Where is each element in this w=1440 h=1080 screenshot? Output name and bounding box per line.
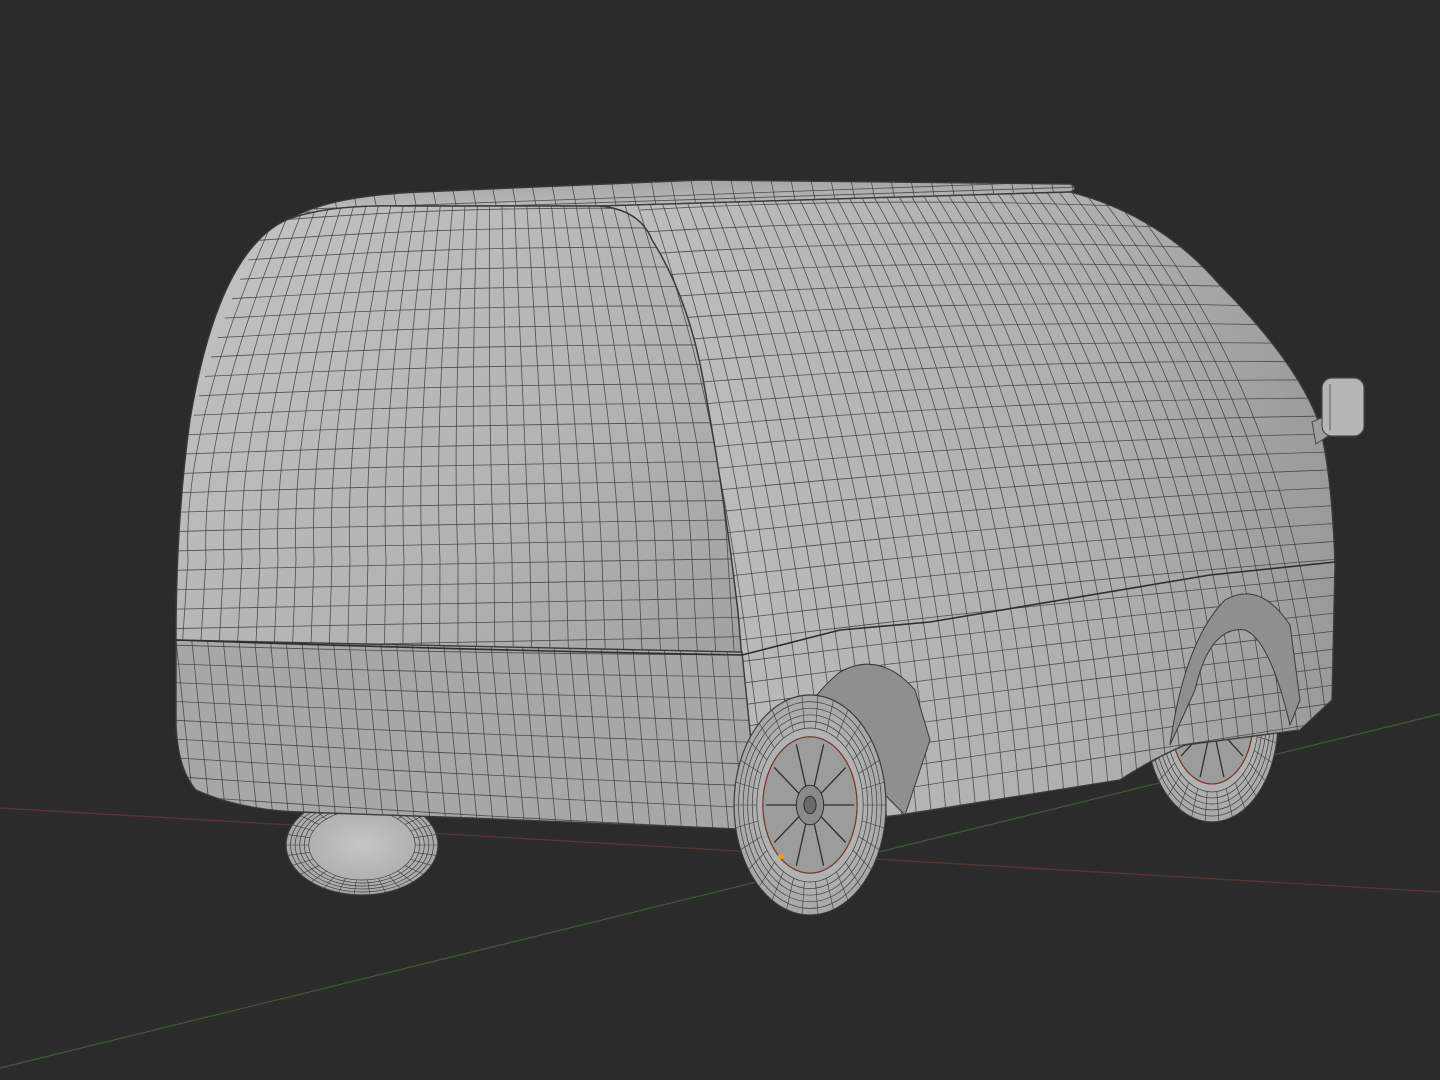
- object-origin-dot[interactable]: [778, 853, 784, 859]
- scene-canvas[interactable]: [0, 0, 1440, 1080]
- 3d-viewport[interactable]: [0, 0, 1440, 1080]
- mirror-housing: [1321, 377, 1365, 437]
- rear-right-wheel[interactable]: [733, 694, 887, 916]
- side-mirror[interactable]: [1311, 377, 1365, 445]
- wireframe-edge: [292, 180, 299, 216]
- hub-cap: [803, 795, 817, 815]
